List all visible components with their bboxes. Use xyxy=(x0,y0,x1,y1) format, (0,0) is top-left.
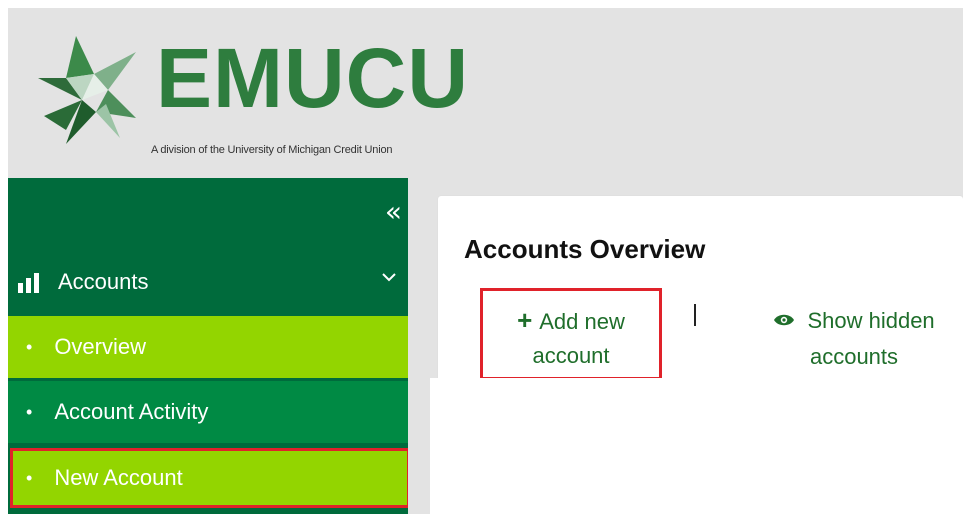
sidebar-item-label: New Account xyxy=(54,465,183,490)
action-separator xyxy=(694,304,696,326)
accounts-overview-card: Accounts Overview + Add new account Show… xyxy=(438,196,963,382)
logo-tagline: A division of the University of Michigan… xyxy=(151,144,393,156)
double-chevron-left-icon: « xyxy=(384,195,402,228)
main-content: Accounts Overview + Add new account Show… xyxy=(408,178,963,514)
sidebar-section-accounts[interactable]: Accounts xyxy=(8,264,408,300)
page-title: Accounts Overview xyxy=(464,234,706,264)
sidebar-item-new-account[interactable]: • New Account xyxy=(10,448,410,508)
add-button-label-line2: account xyxy=(532,343,610,368)
sidebar-item-overview[interactable]: • Overview xyxy=(8,316,408,378)
page-frame: EMUCU A division of the University of Mi… xyxy=(8,8,963,514)
show-hidden-accounts-button[interactable]: Show hidden accounts xyxy=(744,288,963,369)
sidebar: « Accounts • Overview • Account Activity… xyxy=(8,178,410,514)
sidebar-item-label: Account Activity xyxy=(54,399,209,424)
sidebar-section-label: Accounts xyxy=(58,269,149,294)
bullet-icon: • xyxy=(26,401,33,422)
eye-icon xyxy=(774,314,795,326)
bullet-icon: • xyxy=(26,336,33,357)
add-button-label-line1: Add new xyxy=(539,309,625,334)
bullet-icon: • xyxy=(26,467,33,488)
add-new-account-button[interactable]: + Add new account xyxy=(480,288,662,380)
star-logo-icon xyxy=(38,36,136,144)
sidebar-item-label: Overview xyxy=(54,334,146,359)
show-hidden-label-line1: Show hidden xyxy=(807,308,935,333)
content-area xyxy=(430,378,963,514)
sidebar-item-account-activity[interactable]: • Account Activity xyxy=(8,381,408,443)
show-hidden-label-line2: accounts xyxy=(809,344,899,369)
chevron-down-icon xyxy=(382,273,396,282)
bar-chart-icon xyxy=(18,273,39,293)
logo-wordmark: EMUCU xyxy=(156,31,469,125)
collapse-sidebar-button[interactable]: « xyxy=(385,198,402,226)
plus-icon: + xyxy=(517,305,533,335)
site-header: EMUCU A division of the University of Mi… xyxy=(8,8,963,178)
